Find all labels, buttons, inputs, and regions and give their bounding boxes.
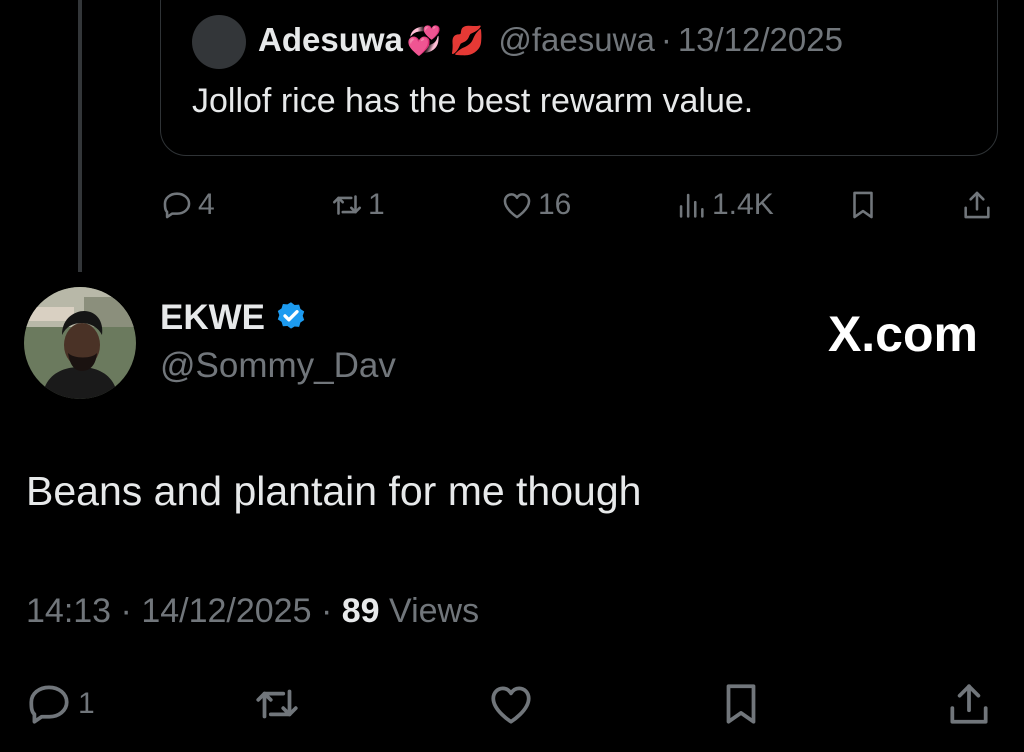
repost-icon — [252, 679, 302, 729]
parent-views-button[interactable]: 1.4K — [674, 184, 774, 226]
share-button[interactable] — [944, 676, 994, 732]
share-icon — [944, 679, 994, 729]
reply-icon — [24, 679, 74, 729]
parent-share-button[interactable] — [960, 184, 994, 226]
parent-views-count: 1.4K — [712, 188, 774, 221]
parent-tweet-action-bar: 4 1 16 1.4K — [160, 184, 1000, 226]
verified-badge-icon — [273, 300, 309, 336]
author-avatar[interactable] — [24, 287, 136, 399]
parent-like-count: 16 — [538, 188, 572, 221]
parent-reply-button[interactable]: 4 — [160, 184, 215, 226]
author-name-row[interactable]: EKWE — [160, 298, 309, 338]
quoted-author-emojis: 💞 💋 — [406, 24, 485, 56]
repost-button[interactable] — [252, 676, 302, 732]
reply-button[interactable]: 1 — [24, 676, 95, 732]
bookmark-icon — [846, 188, 880, 222]
x-com-watermark: X.com — [827, 306, 978, 362]
bookmark-icon — [716, 679, 766, 729]
tweet-text: Beans and plantain for me though — [26, 468, 642, 514]
thread-connector-line — [78, 0, 82, 272]
meta-separator: · — [120, 592, 132, 630]
quoted-author-handle[interactable]: @faesuwa — [498, 21, 654, 59]
quoted-tweet-header: Adesuwa 💞 💋 @faesuwa · 13/12/2025 — [192, 15, 843, 69]
tweet-action-bar: 1 — [0, 676, 1024, 732]
reply-count: 1 — [78, 687, 95, 720]
quoted-tweet-text: Jollof rice has the best rewarm value. — [192, 82, 754, 120]
quoted-author-avatar[interactable] — [192, 15, 246, 69]
tweet-time[interactable]: 14:13 — [26, 592, 111, 630]
share-icon — [960, 188, 994, 222]
bookmark-button[interactable] — [716, 676, 766, 732]
author-handle[interactable]: @Sommy_Dav — [160, 346, 396, 386]
heart-icon — [486, 679, 536, 729]
parent-reply-count: 4 — [198, 188, 215, 221]
quoted-author-name[interactable]: Adesuwa — [258, 21, 403, 59]
heart-icon — [500, 188, 534, 222]
meta-separator: · — [320, 592, 333, 630]
reply-icon — [160, 188, 194, 222]
quoted-header-separator: · — [660, 21, 672, 58]
parent-bookmark-button[interactable] — [846, 184, 880, 226]
parent-repost-button[interactable]: 1 — [330, 184, 385, 226]
repost-icon — [330, 188, 364, 222]
author-name[interactable]: EKWE — [160, 298, 265, 338]
parent-repost-count: 1 — [368, 188, 385, 221]
views-label: Views — [389, 592, 480, 630]
views-count: 89 — [341, 592, 380, 630]
like-button[interactable] — [486, 676, 536, 732]
tweet-metadata: 14:13 · 14/12/2025 · 89 Views — [26, 592, 479, 631]
analytics-icon — [674, 188, 708, 222]
quoted-tweet-date[interactable]: 13/12/2025 — [678, 21, 843, 59]
parent-like-button[interactable]: 16 — [500, 184, 571, 226]
tweet-date[interactable]: 14/12/2025 — [141, 592, 311, 630]
